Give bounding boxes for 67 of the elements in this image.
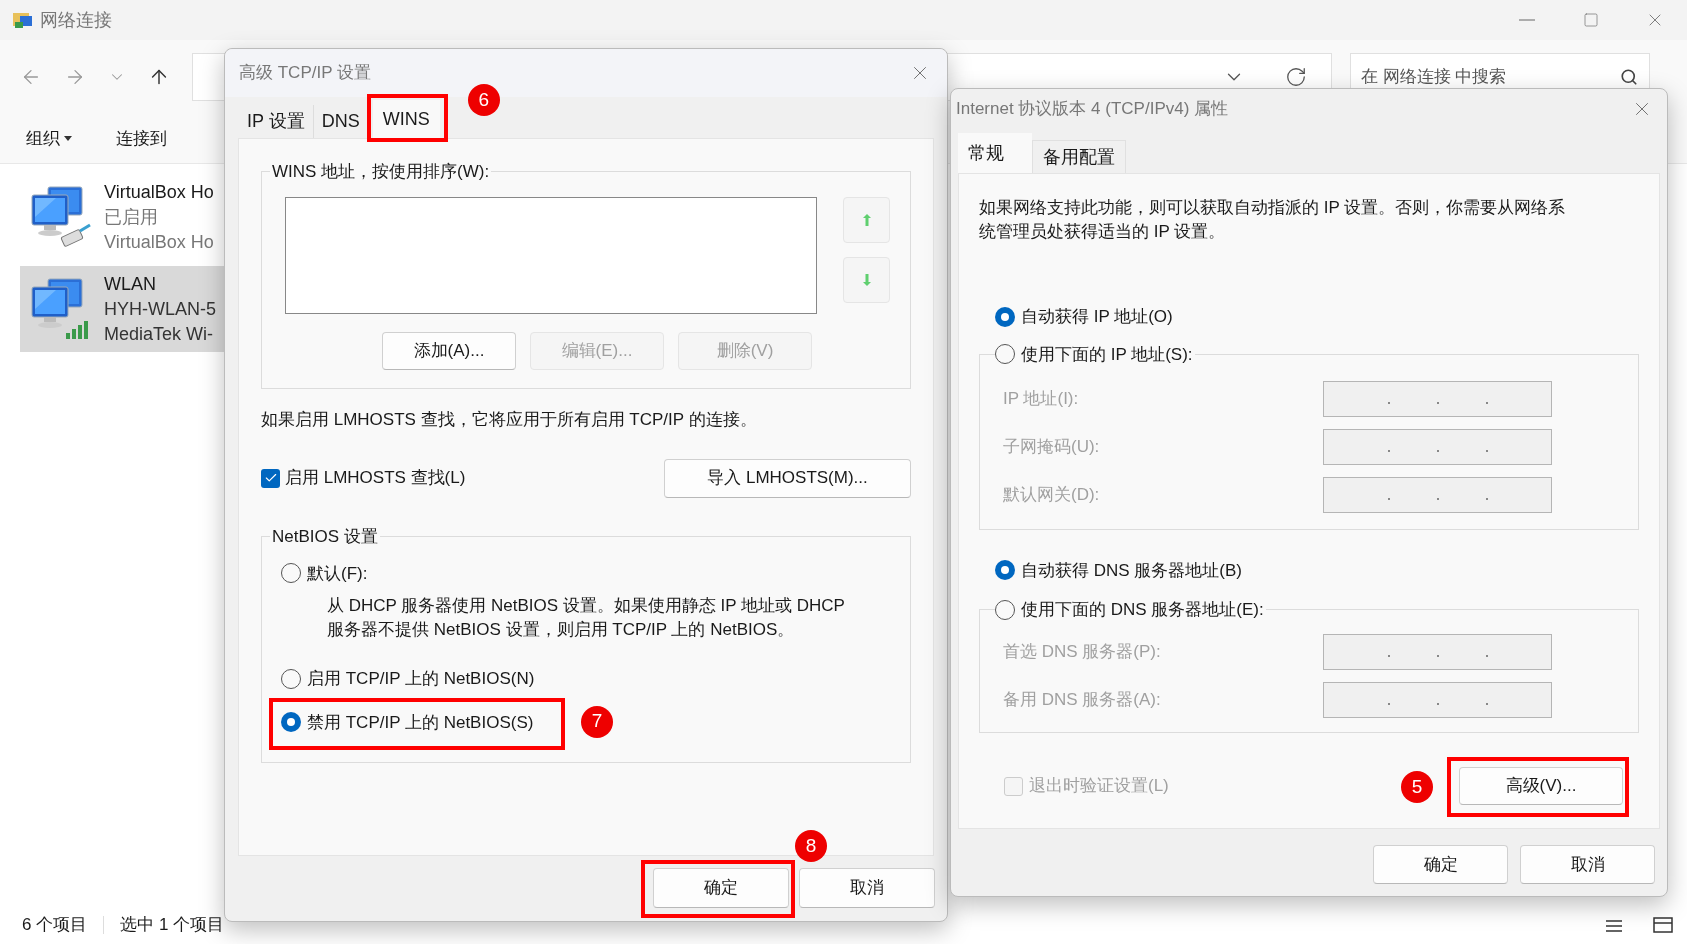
tab[interactable]: 常规: [958, 133, 1032, 173]
dialog-button[interactable]: 取消: [1520, 845, 1655, 884]
network-connection-item[interactable]: VirtualBox Ho 已启用 VirtualBox Ho: [20, 174, 230, 260]
checkbox-label: 启用 LMHOSTS 查找(L): [285, 467, 466, 490]
checkbox-label: 退出时验证设置(L): [1029, 775, 1169, 798]
move-up-button[interactable]: [843, 197, 890, 243]
field-label: 备用 DNS 服务器(A):: [1003, 689, 1162, 712]
radio-label: 禁用 TCP/IP 上的 NetBIOS(S): [307, 711, 534, 734]
radio-label: 默认(F):: [307, 562, 368, 585]
lmhosts-note: 如果启用 LMHOSTS 查找，它将应用于所有启用 TCP/IP 的连接。: [261, 409, 758, 431]
maximize-icon: [1583, 12, 1599, 28]
radio-button[interactable]: [995, 560, 1015, 581]
status-text: 选中 1 个项目: [120, 914, 225, 937]
connection-name: VirtualBox Ho: [104, 180, 214, 204]
dialog-title: Internet 协议版本 4 (TCP/IPv4) 属性: [956, 98, 1230, 121]
tab[interactable]: 备用配置: [1032, 140, 1126, 173]
caret-icon: [64, 136, 72, 141]
option-description: 服务器不提供 NetBIOS 设置，则启用 TCP/IP 上的 NetBIOS。: [327, 619, 796, 641]
field-label: 子网掩码(U):: [1003, 435, 1101, 458]
details-view-icon: [1605, 917, 1623, 933]
connection-detail: 已启用: [104, 205, 159, 229]
radio-button[interactable]: [995, 599, 1015, 620]
radio-button[interactable]: [281, 668, 301, 689]
tiles-view-icon: [1653, 916, 1673, 934]
callout-badge: 7: [581, 705, 613, 738]
toolbar-button[interactable]: 连接到: [116, 125, 167, 152]
radio-button[interactable]: [995, 306, 1015, 327]
check-icon: [263, 471, 278, 485]
connection-detail: VirtualBox Ho: [104, 230, 214, 254]
checkbox[interactable]: [261, 468, 280, 488]
dialog-button[interactable]: 导入 LMHOSTS(M)...: [664, 458, 911, 498]
field-label: 默认网关(D):: [1003, 483, 1101, 506]
dialog-button[interactable]: 高级(V)...: [1459, 767, 1623, 805]
network-folder-icon: [12, 10, 34, 30]
wins-address-list[interactable]: [285, 197, 817, 314]
tab[interactable]: WINS: [372, 100, 440, 138]
toolbar-button[interactable]: 组织: [26, 125, 72, 152]
radio-button[interactable]: [995, 344, 1015, 365]
dialog-button[interactable]: 确定: [653, 868, 789, 908]
callout-badge: 6: [467, 84, 500, 116]
description-text: 统管理员处获得适当的 IP 设置。: [979, 221, 1227, 243]
dialog-title: 高级 TCP/IP 设置: [239, 62, 372, 85]
radio-button[interactable]: [281, 563, 301, 584]
connection-detail: MediaTek Wi-: [104, 322, 215, 346]
radio-label: 自动获得 IP 地址(O): [1021, 306, 1173, 328]
dialog-button[interactable]: 确定: [1373, 845, 1508, 884]
search-icon: [1620, 68, 1638, 86]
description-text: 如果网络支持此功能，则可以获取自动指派的 IP 设置。否则，你需要从网络系: [979, 197, 1567, 219]
radio-label: 使用下面的 IP 地址(S):: [1021, 343, 1193, 366]
dialog-button[interactable]: 取消: [799, 868, 935, 908]
move-down-button[interactable]: [843, 257, 890, 303]
status-text: 6 个项目: [22, 914, 88, 937]
minimize-icon: [1519, 19, 1535, 21]
window-title: 网络连接: [40, 8, 112, 32]
connection-detail: HYH-WLAN-5: [104, 297, 216, 321]
radio-label: 使用下面的 DNS 服务器地址(E):: [1021, 599, 1264, 621]
radio-button[interactable]: [281, 712, 301, 733]
dialog-button[interactable]: 添加(A)...: [382, 332, 516, 370]
connection-name: WLAN: [104, 272, 157, 296]
refresh-icon: [1285, 66, 1307, 88]
radio-label: 自动获得 DNS 服务器地址(B): [1021, 559, 1242, 582]
field-label: 首选 DNS 服务器(P):: [1003, 641, 1162, 664]
option-description: 从 DHCP 服务器使用 NetBIOS 设置。如果使用静态 IP 地址或 DHCP: [327, 595, 846, 617]
callout-badge: 8: [795, 830, 827, 862]
radio-label: 启用 TCP/IP 上的 NetBIOS(N): [307, 668, 535, 690]
callout-badge: 5: [1401, 771, 1433, 803]
field-label: IP 地址(I):: [1003, 387, 1080, 410]
